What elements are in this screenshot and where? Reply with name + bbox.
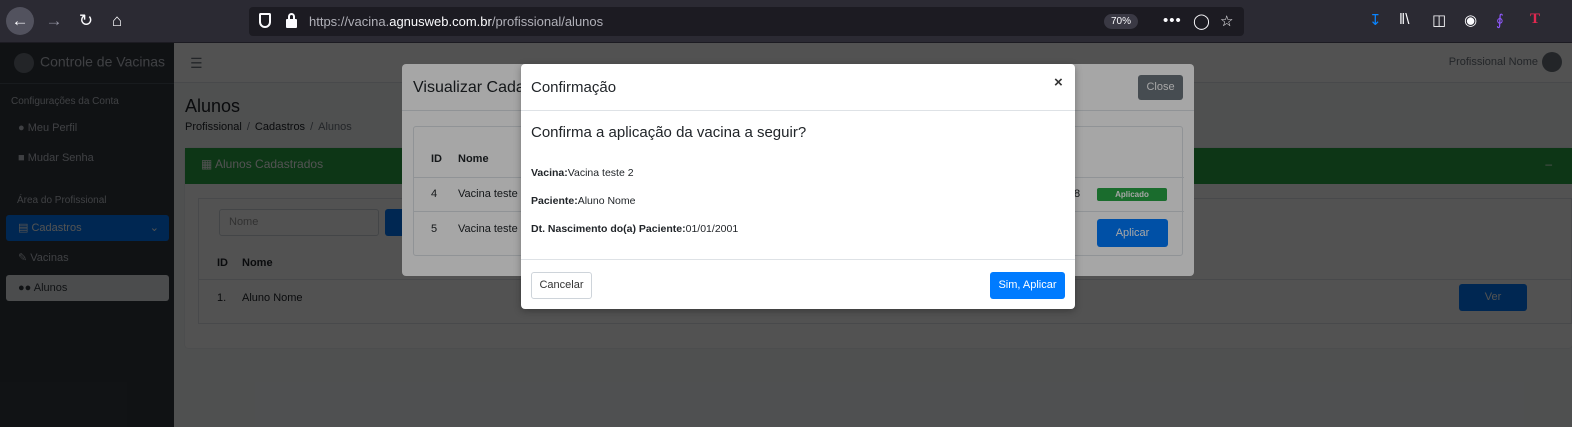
more-icon[interactable]: ••• — [1163, 12, 1182, 29]
lock-icon[interactable] — [286, 13, 297, 28]
url-text[interactable]: https://vacina.agnusweb.com.br/profissio… — [309, 14, 603, 29]
field-vacina: Vacina:Vacina teste 2 — [531, 167, 634, 179]
field-value: 01/01/2001 — [685, 223, 739, 235]
shield-icon[interactable] — [259, 13, 271, 28]
modal-divider — [521, 110, 1075, 111]
zoom-indicator[interactable]: 70% — [1104, 14, 1138, 29]
confirm-question: Confirma a aplicação da vacina a seguir? — [531, 124, 807, 141]
modal-footer-divider — [521, 259, 1075, 260]
reload-icon[interactable]: ↻ — [72, 7, 100, 35]
close-icon[interactable]: × — [1054, 74, 1063, 91]
extension-icon[interactable]: ∮ — [1496, 11, 1504, 29]
confirm-apply-button[interactable]: Sim, Aplicar — [990, 272, 1065, 299]
field-label: Paciente: — [531, 195, 578, 207]
field-value: Vacina teste 2 — [567, 167, 634, 179]
star-icon[interactable]: ☆ — [1220, 12, 1233, 30]
pocket-icon[interactable]: ◯ — [1193, 12, 1210, 30]
text-extension-icon[interactable]: T — [1530, 11, 1540, 28]
url-bar[interactable]: https://vacina.agnusweb.com.br/profissio… — [249, 7, 1244, 36]
field-label: Vacina: — [531, 167, 568, 179]
home-icon[interactable]: ⌂ — [103, 7, 131, 35]
cancel-button[interactable]: Cancelar — [531, 272, 592, 299]
confirm-modal: Confirmação × Confirma a aplicação da va… — [521, 64, 1075, 309]
account-icon[interactable]: ◉ — [1464, 11, 1477, 29]
confirm-modal-title: Confirmação — [531, 79, 617, 96]
field-paciente: Paciente:Aluno Nome — [531, 195, 635, 207]
forward-icon[interactable]: → — [40, 7, 68, 35]
library-icon[interactable]: ‖\ — [1399, 11, 1409, 28]
field-nascimento: Dt. Nascimento do(a) Paciente:01/01/2001 — [531, 223, 738, 235]
field-label: Dt. Nascimento do(a) Paciente: — [531, 223, 686, 235]
download-icon[interactable]: ↧ — [1369, 11, 1382, 29]
field-value: Aluno Nome — [577, 195, 636, 207]
browser-toolbar: ← → ↻ ⌂ https://vacina.agnusweb.com.br/p… — [0, 0, 1572, 43]
sidebar-icon[interactable]: ◫ — [1432, 11, 1446, 29]
back-icon[interactable]: ← — [6, 7, 34, 35]
